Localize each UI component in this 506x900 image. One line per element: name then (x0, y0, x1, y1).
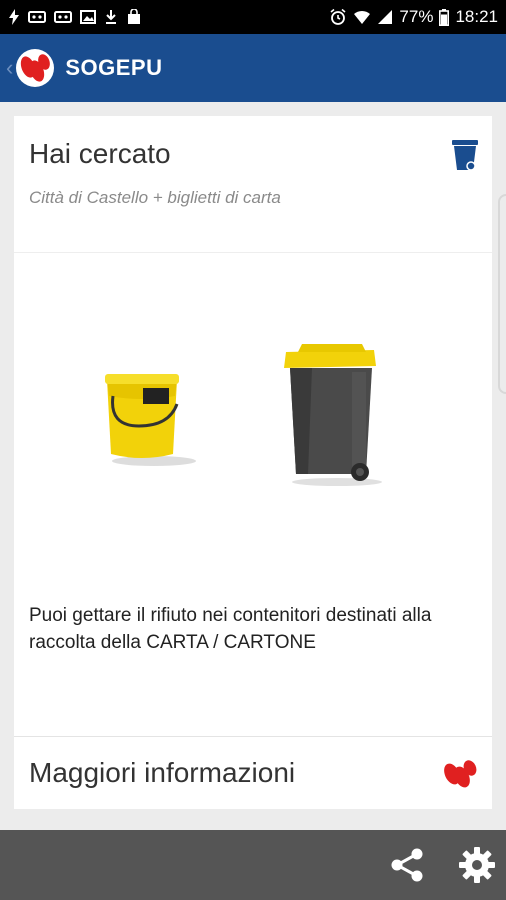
cassette-icon (28, 11, 46, 23)
search-result-card: Hai cercato Città di Castello + bigliett… (14, 116, 492, 736)
battery-percent: 77% (399, 7, 434, 26)
status-bar-notifications (8, 9, 142, 25)
trash-bin-icon[interactable] (451, 138, 479, 172)
app-title: SOGEPU (65, 55, 163, 80)
more-info-card[interactable]: Maggiori informazioni (14, 736, 492, 809)
signal-icon (378, 10, 393, 24)
sogepu-logo-icon-small[interactable] (440, 755, 480, 791)
back-chevron-icon[interactable]: ‹ (6, 55, 13, 81)
status-bar: 77% 18:21 (0, 0, 506, 34)
bottom-bar (0, 830, 506, 900)
yellow-bucket-image (105, 374, 196, 466)
app-bar: ‹ SOGEPU (0, 34, 506, 102)
bins-illustration (14, 344, 492, 506)
more-info-title[interactable]: Maggiori informazioni (29, 757, 295, 789)
cassette-icon-2 (54, 11, 72, 23)
status-bar-system: 77% 18:21 (329, 7, 498, 27)
battery-icon (439, 8, 450, 26)
gear-icon[interactable] (458, 846, 496, 884)
shopping-bag-icon (128, 9, 140, 24)
card-divider (14, 252, 492, 253)
flash-icon (9, 9, 19, 25)
search-query: Città di Castello + biglietti di carta (29, 188, 281, 207)
disposal-instructions: Puoi gettare il rifiuto nei contenitori … (29, 605, 432, 653)
wifi-icon (354, 10, 371, 24)
search-title: Hai cercato (29, 138, 171, 169)
download-icon (106, 10, 116, 24)
image-icon (80, 10, 96, 24)
clock: 18:21 (455, 7, 498, 26)
alarm-icon (330, 8, 346, 25)
wheelie-bin-image (284, 344, 382, 486)
sogepu-logo-icon (16, 49, 55, 87)
share-icon[interactable] (388, 846, 426, 884)
edge-panel-handle[interactable] (498, 194, 506, 394)
